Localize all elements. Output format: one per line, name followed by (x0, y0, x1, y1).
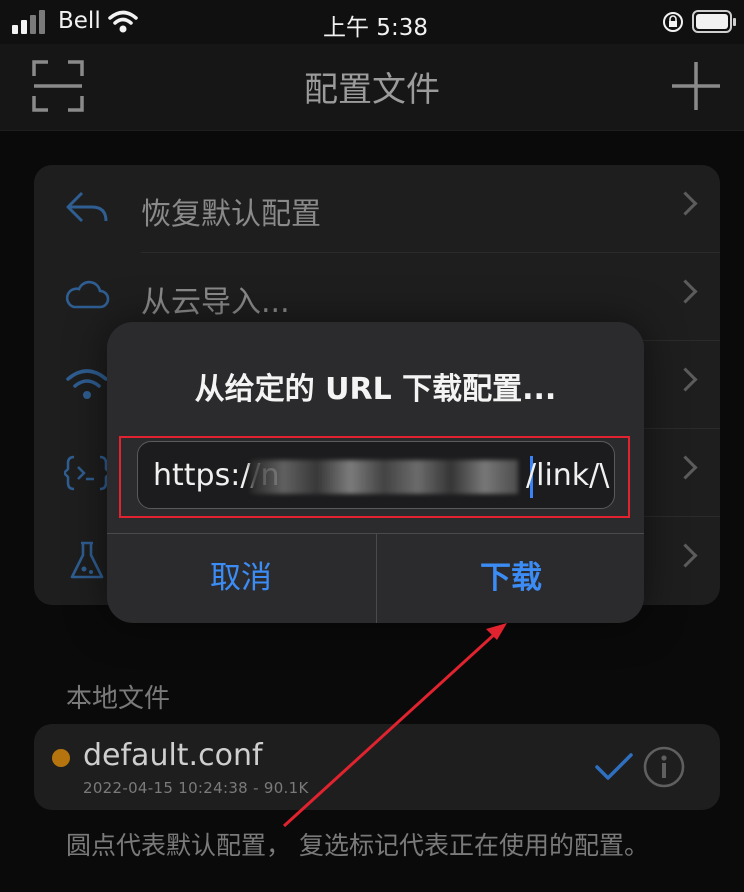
carrier-label: Bell (58, 8, 101, 34)
status-bar: Bell 上午 5:38 (0, 0, 744, 44)
checkmark-icon (595, 753, 633, 780)
chevron-right-icon (673, 367, 698, 392)
plus-icon[interactable] (670, 60, 722, 112)
cancel-button[interactable]: 取消 (107, 533, 375, 623)
code-braces-icon (64, 455, 110, 491)
chevron-right-icon (673, 191, 698, 216)
chevron-right-icon (673, 543, 698, 568)
chevron-right-icon (673, 455, 698, 480)
annotation-highlight-box (119, 436, 630, 518)
dialog-title: 从给定的 URL 下载配置... (194, 372, 557, 407)
clock: 上午 5:38 (323, 15, 428, 41)
signal-icon (12, 10, 45, 34)
page-title: 配置文件 (304, 70, 440, 110)
section-title-local-files: 本地文件 (66, 684, 171, 714)
cloud-icon (65, 280, 110, 309)
rotation-lock-icon (663, 12, 683, 32)
download-button[interactable]: 下载 (377, 533, 644, 623)
file-meta: 2022-04-15 10:24:38 - 90.1K (83, 779, 309, 797)
wifi-icon (66, 369, 108, 399)
info-icon[interactable] (642, 745, 686, 789)
default-dot-indicator (52, 749, 70, 767)
footnote: 圆点代表默认配置， 复选标记代表正在使用的配置。 (66, 831, 649, 860)
menu-item-label: 恢复默认配置 (141, 197, 321, 232)
wifi-status-icon (108, 10, 138, 33)
battery-icon (692, 10, 736, 33)
menu-item-label: 从云导入... (141, 285, 290, 320)
flask-icon (70, 541, 104, 579)
file-name: default.conf (83, 738, 263, 773)
download-url-dialog: 从给定的 URL 下载配置... https://n /link/\ 取消 下载 (107, 322, 644, 623)
undo-arrow-icon (66, 191, 108, 223)
chevron-right-icon (673, 279, 698, 304)
menu-item-restore-default[interactable]: 恢复默认配置 (34, 165, 720, 253)
